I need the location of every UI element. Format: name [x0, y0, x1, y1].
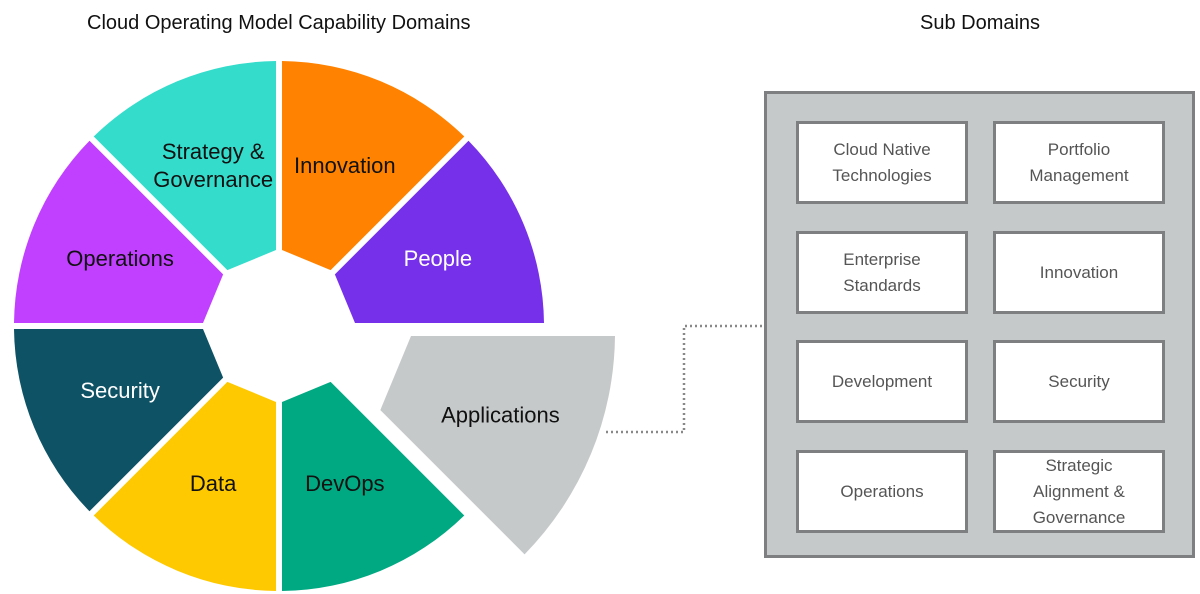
- sub-domain-box[interactable]: Security: [993, 340, 1165, 423]
- domain-label: Applications: [441, 402, 560, 427]
- connector-line: [606, 324, 764, 434]
- domain-label: Security: [80, 378, 159, 403]
- sub-domain-box[interactable]: Innovation: [993, 231, 1165, 314]
- sub-domain-box[interactable]: Development: [796, 340, 968, 423]
- domain-label: People: [404, 246, 473, 271]
- sub-domain-box[interactable]: Portfolio Management: [993, 121, 1165, 204]
- sub-domain-box[interactable]: Operations: [796, 450, 968, 533]
- domain-label: DevOps: [305, 471, 384, 496]
- domain-label: Innovation: [294, 153, 396, 178]
- sub-domain-box[interactable]: Strategic Alignment & Governance: [993, 450, 1165, 533]
- sub-domain-box[interactable]: Enterprise Standards: [796, 231, 968, 314]
- domain-label: Data: [190, 471, 237, 496]
- sub-domain-box[interactable]: Cloud Native Technologies: [796, 121, 968, 204]
- sub-domains-panel: Cloud Native Technologies Portfolio Mana…: [764, 91, 1195, 558]
- domain-label: Operations: [66, 246, 174, 271]
